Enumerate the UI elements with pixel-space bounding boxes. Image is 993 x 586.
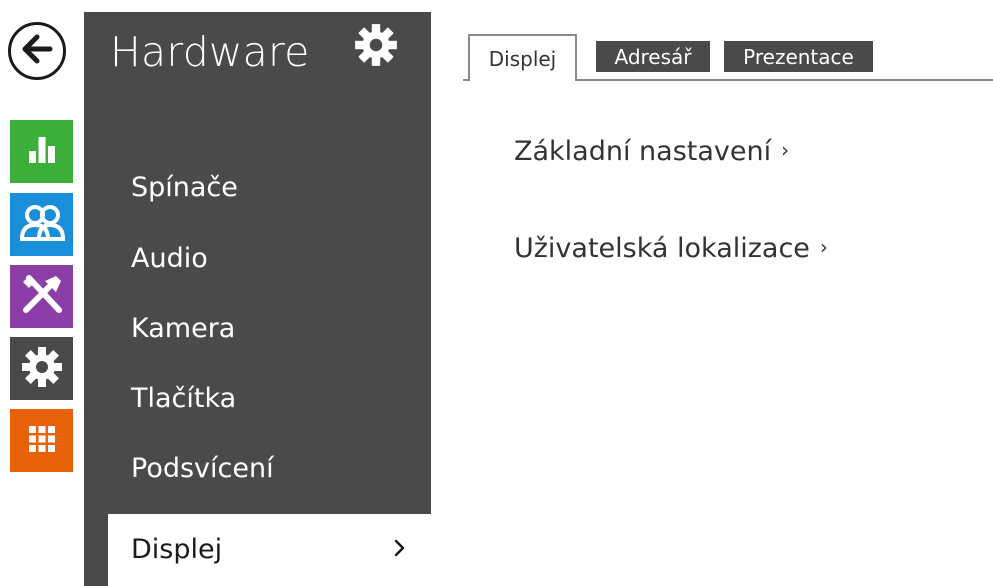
link-uzivatelska-lokalizace[interactable]: Uživatelská lokalizace ›: [514, 233, 828, 264]
hardware-category-button[interactable]: [10, 337, 73, 400]
gear-icon: [20, 345, 64, 393]
tab-displej[interactable]: Displej: [468, 34, 577, 81]
status-category-button[interactable]: [10, 120, 73, 183]
tools-icon: [19, 272, 65, 322]
tab-prezentace[interactable]: Prezentace: [724, 41, 873, 72]
grid-icon: [27, 424, 57, 458]
users-icon: [19, 203, 65, 247]
gear-icon: [353, 22, 399, 68]
chevron-right-icon: [394, 538, 406, 558]
link-zakladni-nastaveni[interactable]: Základní nastavení ›: [514, 136, 789, 167]
tab-adresar[interactable]: Adresář: [596, 41, 710, 72]
sidebar-item-kamera[interactable]: Kamera: [131, 313, 235, 344]
back-arrow-icon: [20, 32, 54, 70]
sidebar-item-audio[interactable]: Audio: [131, 243, 208, 274]
sidebar-item-displej[interactable]: Displej: [108, 514, 431, 586]
system-category-button[interactable]: [10, 409, 73, 472]
sidebar-item-tlacitka[interactable]: Tlačítka: [131, 383, 236, 414]
bar-chart-icon: [25, 133, 59, 171]
chevron-right-icon: ›: [781, 138, 790, 162]
link-label: Základní nastavení: [514, 136, 772, 167]
link-label: Uživatelská lokalizace: [514, 233, 810, 264]
back-button[interactable]: [8, 22, 66, 80]
sidebar-item-spinace[interactable]: Spínače: [131, 172, 238, 203]
sidebar-item-label: Displej: [131, 534, 223, 565]
users-category-button[interactable]: [10, 193, 73, 256]
sidebar: Hardware Spínače Audio Kamera Tlačítka P…: [84, 12, 431, 586]
services-category-button[interactable]: [10, 265, 73, 328]
page: Hardware Spínače Audio Kamera Tlačítka P…: [0, 0, 993, 586]
chevron-right-icon: ›: [819, 235, 828, 259]
sidebar-item-podsviceni[interactable]: Podsvícení: [131, 453, 274, 484]
sidebar-title: Hardware: [110, 28, 310, 76]
